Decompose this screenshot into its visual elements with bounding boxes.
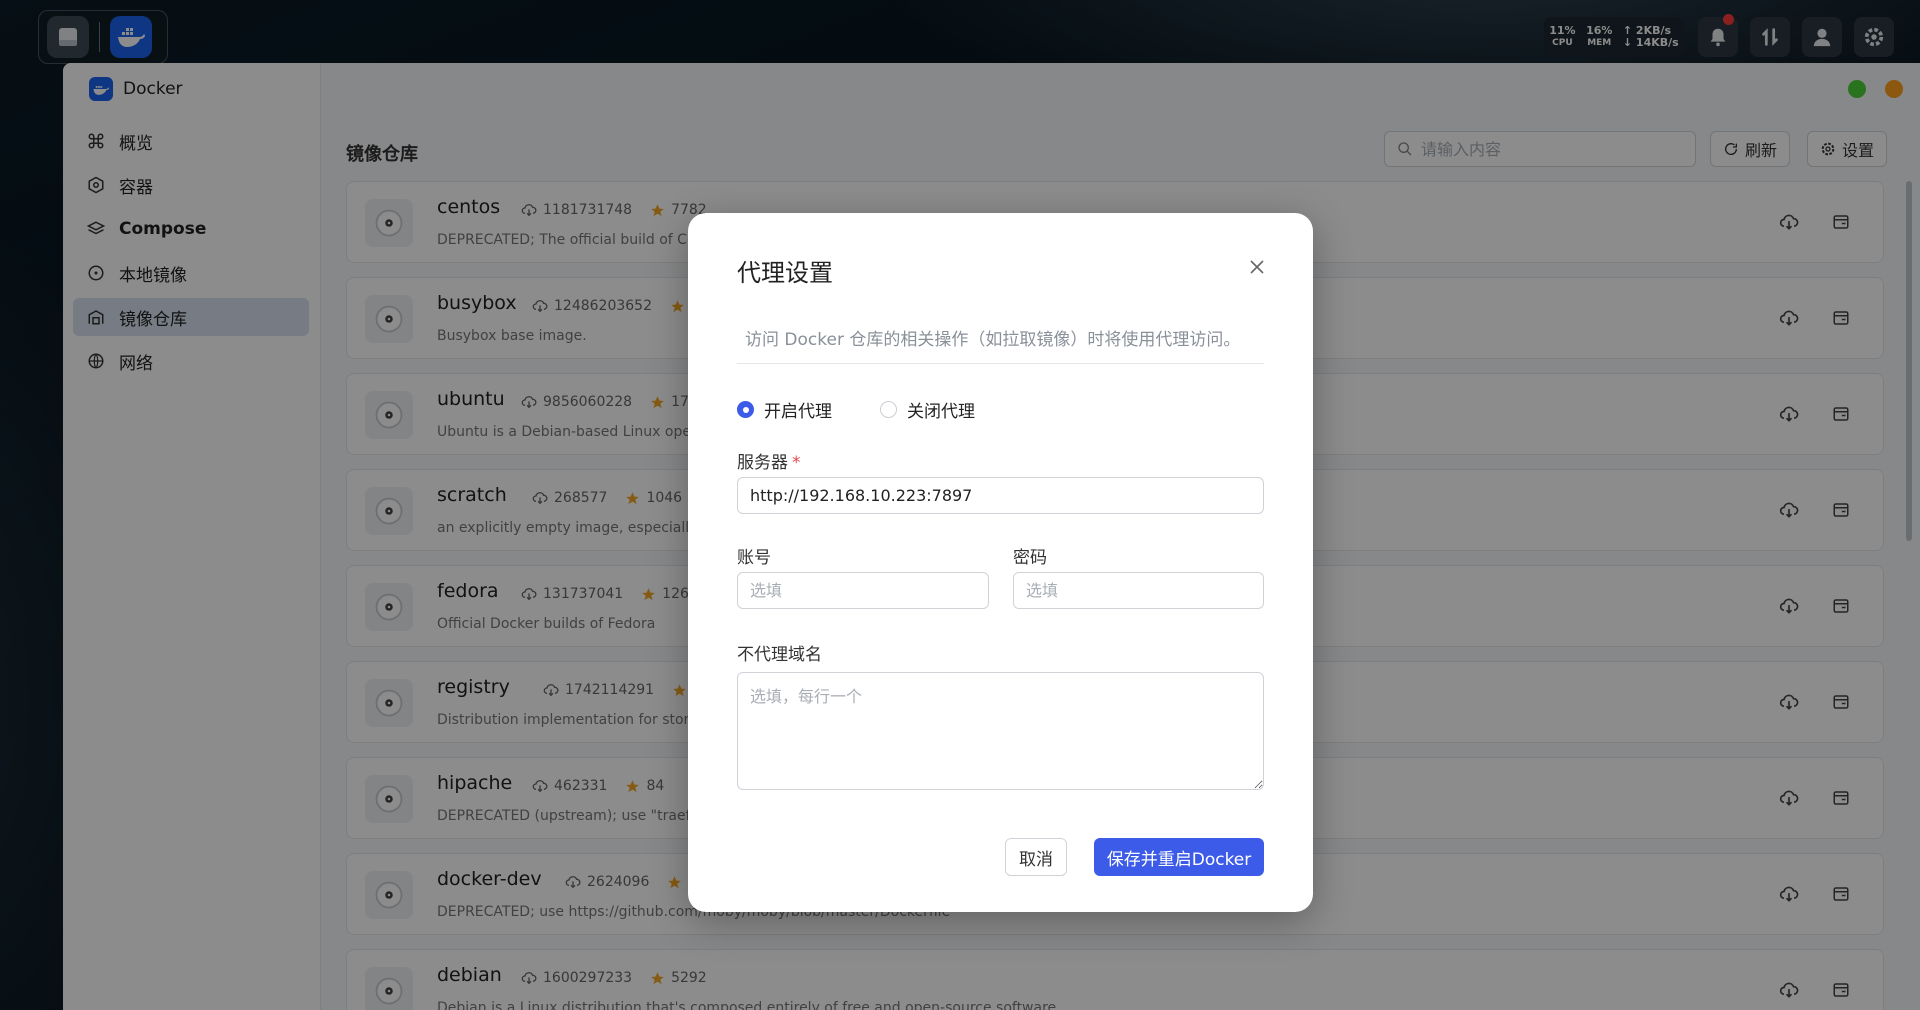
account-input[interactable] [737, 572, 989, 609]
required-mark: * [792, 453, 801, 473]
proxy-off-radio[interactable]: 关闭代理 [880, 397, 975, 422]
proxy-on-label: 开启代理 [764, 402, 832, 422]
proxy-settings-dialog: 代理设置 访问 Docker 仓库的相关操作（如拉取镜像）时将使用代理访问。 开… [688, 213, 1313, 912]
radio-unchecked-icon [880, 401, 897, 418]
save-restart-button[interactable]: 保存并重启Docker [1094, 838, 1264, 876]
dialog-hint: 访问 Docker 仓库的相关操作（如拉取镜像）时将使用代理访问。 [745, 330, 1241, 350]
password-label: 密码 [1013, 548, 1047, 568]
proxy-on-radio[interactable]: 开启代理 [737, 397, 832, 422]
cancel-button[interactable]: 取消 [1005, 838, 1067, 876]
no-proxy-label: 不代理域名 [737, 645, 822, 665]
dialog-title: 代理设置 [737, 259, 833, 287]
server-input[interactable] [737, 477, 1264, 514]
proxy-toggle-group: 开启代理 关闭代理 [737, 397, 975, 422]
account-label: 账号 [737, 548, 771, 568]
no-proxy-textarea[interactable] [737, 672, 1264, 790]
server-label-text: 服务器 [737, 453, 788, 473]
radio-checked-icon [737, 401, 754, 418]
close-button[interactable] [1245, 255, 1269, 279]
divider [737, 363, 1264, 364]
server-label: 服务器 * [737, 448, 801, 473]
close-icon [1250, 260, 1264, 274]
password-input[interactable] [1013, 572, 1264, 609]
proxy-off-label: 关闭代理 [907, 402, 975, 422]
